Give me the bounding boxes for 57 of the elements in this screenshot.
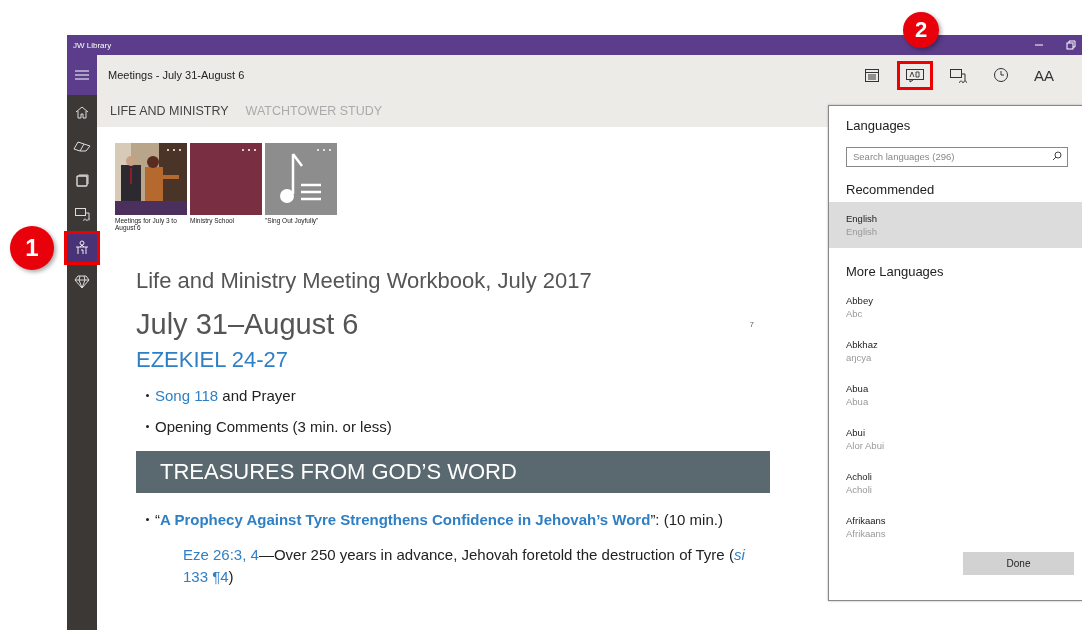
- week-heading: July 31–August 6: [136, 308, 360, 341]
- language-item[interactable]: Acholi Acholi: [829, 460, 1082, 506]
- more-icon[interactable]: [241, 148, 257, 152]
- language-item[interactable]: Abbey Abc: [829, 284, 1082, 330]
- bible-reading-link[interactable]: EZEKIEL 24-27: [136, 347, 770, 373]
- bullet-icon: [146, 518, 149, 521]
- program-item: Opening Comments (3 min. or less): [155, 418, 392, 435]
- group-heading: More Languages: [846, 264, 945, 279]
- menu-icon: [75, 69, 89, 81]
- bullet-icon: [146, 425, 149, 428]
- program-item: Song 118 and Prayer: [155, 387, 296, 404]
- meetings-nav-item[interactable]: [64, 231, 100, 265]
- group-heading: Recommended: [846, 182, 936, 197]
- square-icon: [75, 173, 89, 187]
- publication-tile[interactable]: [190, 143, 262, 215]
- clock-icon: [993, 67, 1009, 83]
- panel-title: Languages: [846, 118, 912, 133]
- search-icon: [1052, 151, 1062, 161]
- language-item[interactable]: Abui Alor Abui: [829, 416, 1082, 462]
- publication-title: Life and Ministry Meeting Workbook, July 2017: [136, 268, 593, 294]
- page-title: Meetings - July 31-August 6: [108, 69, 245, 81]
- callout-number: 1: [10, 226, 54, 270]
- search-field[interactable]: Search languages (296): [846, 146, 1068, 167]
- callout-number: 2: [903, 12, 939, 48]
- language-item[interactable]: Abkhaz aŋcya: [829, 328, 1082, 374]
- link[interactable]: si: [733, 546, 745, 563]
- link[interactable]: Song 118: [155, 387, 219, 404]
- media-icon: [949, 67, 967, 83]
- link[interactable]: 133 ¶4: [183, 568, 229, 585]
- calendar-icon: [864, 67, 880, 83]
- link[interactable]: A Prophecy Against Tyre Strengthens Confidence in Jehovah’s Word: [160, 511, 651, 528]
- publication-tile[interactable]: [115, 143, 187, 215]
- page-number: 7: [749, 320, 754, 329]
- text-size-button[interactable]: AA: [1026, 60, 1062, 90]
- media-icon: [74, 207, 90, 221]
- home-icon: [75, 105, 89, 119]
- restore-icon[interactable]: [1065, 39, 1077, 51]
- program-item: “A Prophecy Against Tyre Strengthens Confidence in Jehovah’s Word”: (10 min.): [155, 511, 723, 528]
- diamond-icon: [74, 275, 90, 289]
- link[interactable]: Eze 26:3, 4: [183, 546, 259, 563]
- window-title: JW Library: [73, 40, 112, 50]
- scripture-note: Eze 26:3, 4—Over 250 years in advance, Jehovah foretold the destruction of Tyre (si 133 ¶4): [183, 545, 746, 587]
- language-item[interactable]: English English: [829, 202, 1082, 248]
- section-banner: TREASURES FROM GOD’S WORD: [136, 451, 770, 493]
- book-icon: [73, 140, 91, 152]
- language-icon: [905, 67, 925, 83]
- language-item[interactable]: Afrikaans Afrikaans: [829, 504, 1082, 550]
- bullet-icon: [146, 394, 149, 397]
- more-icon[interactable]: [166, 148, 182, 152]
- tab[interactable]: LIFE AND MINISTRY: [110, 104, 229, 118]
- language-item[interactable]: Abua Abua: [829, 372, 1082, 418]
- menu-button[interactable]: [67, 55, 97, 95]
- person-at-desk-icon: [74, 240, 90, 256]
- publication-tile[interactable]: [265, 143, 337, 215]
- language-button[interactable]: [897, 60, 933, 90]
- music-note-icon: [279, 152, 323, 206]
- done-button[interactable]: Done: [963, 552, 1074, 575]
